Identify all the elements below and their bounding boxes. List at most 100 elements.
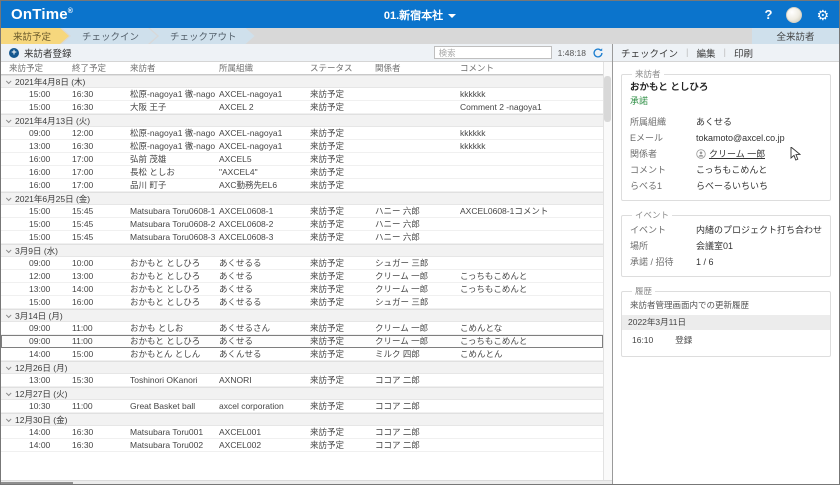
table-row[interactable]: 09:0010:00おかもと としひろあくせるる来訪予定シュガー 三郎 bbox=[1, 257, 603, 270]
ontime-app-window: OnTime® 01.新宿本社 ? ⚙ 来訪予定チェックインチェックアウト 全来… bbox=[0, 0, 840, 485]
collapse-chevron-icon[interactable] bbox=[6, 312, 12, 318]
event-field-value: 内緒のプロジェクト打ち合わせ bbox=[696, 222, 822, 238]
column-header-3[interactable]: 来訪者 bbox=[126, 62, 215, 74]
date-group-row[interactable]: 2021年6月25日 (金) bbox=[1, 192, 603, 205]
refresh-icon[interactable] bbox=[592, 47, 604, 59]
visitor-section: 来訪者 おかもと としひろ 承諾 所属組織あくせるEメールtokamoto@ax… bbox=[621, 68, 831, 201]
cell-related: クリーム 一郎 bbox=[371, 335, 456, 347]
date-group-row[interactable]: 12月26日 (月) bbox=[1, 361, 603, 374]
cell-org: AXCEL0608-3 bbox=[215, 231, 306, 243]
detail-action-1[interactable]: チェックイン bbox=[621, 46, 678, 60]
date-group-row[interactable]: 12月27日 (火) bbox=[1, 387, 603, 400]
table-row[interactable]: 13:0015:30Toshinori OKanoriAXNORI来訪予定ココア… bbox=[1, 374, 603, 387]
visitor-field-text[interactable]: クリーム 一郎 bbox=[709, 146, 765, 162]
event-section: イベント イベント内緒のプロジェクト打ち合わせ場所会議室01承諾 / 招待1 /… bbox=[621, 209, 831, 277]
visitor-field-row: 関係者クリーム 一郎 bbox=[630, 146, 822, 162]
tab-3[interactable]: チェックアウト bbox=[150, 28, 255, 44]
detail-action-2[interactable]: 編集 bbox=[696, 46, 715, 60]
collapse-chevron-icon[interactable] bbox=[6, 117, 12, 123]
date-group-row[interactable]: 12月30日 (金) bbox=[1, 413, 603, 426]
tab-all-visitors[interactable]: 全来訪者 bbox=[752, 28, 839, 44]
cell-visitor: おかもと としひろ bbox=[126, 257, 215, 269]
table-row[interactable]: 09:0012:00松原-nagoya1 徹-nagoya1AXCEL-nago… bbox=[1, 127, 603, 140]
table-row[interactable]: 13:0014:00おかもと としひろあくせる来訪予定クリーム 一郎こっちもこめ… bbox=[1, 283, 603, 296]
column-header-1[interactable]: 来訪予定 bbox=[1, 62, 68, 74]
cell-status: 来訪予定 bbox=[306, 166, 371, 178]
register-visitor-button[interactable]: + 来訪者登録 bbox=[9, 46, 72, 60]
history-section-legend: 履歴 bbox=[632, 285, 655, 297]
tab-1[interactable]: 来訪予定 bbox=[1, 28, 69, 44]
collapse-chevron-icon[interactable] bbox=[6, 78, 12, 84]
cell-status: 来訪予定 bbox=[306, 426, 371, 438]
collapse-chevron-icon[interactable] bbox=[6, 195, 12, 201]
cell-visitor: Matsubara Toru0608-2 bbox=[126, 218, 215, 230]
visitor-field-row: らべる1らべーるいちいち bbox=[630, 178, 822, 194]
help-icon[interactable]: ? bbox=[764, 7, 772, 22]
collapse-chevron-icon[interactable] bbox=[6, 416, 12, 422]
date-group-row[interactable]: 2021年4月13日 (火) bbox=[1, 114, 603, 127]
cell-org: AXNORI bbox=[215, 374, 306, 386]
cell-start: 15:00 bbox=[1, 205, 68, 217]
cell-visitor: Great Basket ball bbox=[126, 400, 215, 412]
table-row[interactable]: 15:0016:30松原-nagoya1 徹-nagoya1AXCEL-nago… bbox=[1, 88, 603, 101]
cell-status: 来訪予定 bbox=[306, 153, 371, 165]
date-group-row[interactable]: 2021年4月8日 (木) bbox=[1, 75, 603, 88]
vertical-scrollbar-thumb[interactable] bbox=[604, 76, 611, 122]
cell-org: AXCEL 2 bbox=[215, 101, 306, 113]
table-row[interactable]: 16:0017:00長松 としお"AXCEL4"来訪予定 bbox=[1, 166, 603, 179]
table-row[interactable]: 09:0011:00おかも としおあくせるさん来訪予定クリーム 一郎こめんとな bbox=[1, 322, 603, 335]
user-avatar[interactable] bbox=[786, 7, 802, 23]
column-header-7[interactable]: コメント bbox=[456, 62, 603, 74]
table-row[interactable]: 15:0015:45Matsubara Toru0608-1AXCEL0608-… bbox=[1, 205, 603, 218]
table-row[interactable]: 13:0016:30松原-nagoya1 徹-nagoya1AXCEL-nago… bbox=[1, 140, 603, 153]
settings-gear-icon[interactable]: ⚙ bbox=[816, 8, 829, 22]
date-group-row[interactable]: 3月9日 (水) bbox=[1, 244, 603, 257]
person-icon bbox=[696, 149, 706, 159]
location-selector[interactable]: 01.新宿本社 bbox=[1, 7, 839, 23]
table-row[interactable]: 16:0017:00弘前 茂雄AXCEL5来訪予定 bbox=[1, 153, 603, 166]
table-row[interactable]: 15:0016:00おかもと としひろあくせるる来訪予定シュガー 三郎 bbox=[1, 296, 603, 309]
refresh-countdown: 1:48:18 bbox=[558, 48, 586, 58]
table-row[interactable]: 15:0016:30大阪 王子AXCEL 2来訪予定Comment 2 -nag… bbox=[1, 101, 603, 114]
event-section-legend: イベント bbox=[632, 209, 672, 221]
cell-visitor: Matsubara Toru0608-1 bbox=[126, 205, 215, 217]
collapse-chevron-icon[interactable] bbox=[6, 247, 12, 253]
cell-status: 来訪予定 bbox=[306, 179, 371, 191]
horizontal-scrollbar[interactable] bbox=[1, 480, 612, 485]
table-row[interactable]: 16:0017:00品川 町子AXC勤務先EL6来訪予定 bbox=[1, 179, 603, 192]
table-row[interactable]: 14:0016:30Matsubara Toru001AXCEL001来訪予定コ… bbox=[1, 426, 603, 439]
cell-comment: kkkkkk bbox=[456, 140, 603, 152]
cell-related: ココア 二郎 bbox=[371, 439, 456, 451]
cell-org: あくせる bbox=[215, 335, 306, 347]
visitor-field-row: Eメールtokamoto@axcel.co.jp bbox=[630, 130, 822, 146]
column-header-2[interactable]: 終了予定 bbox=[68, 62, 126, 74]
tab-2[interactable]: チェックイン bbox=[62, 28, 157, 44]
table-row[interactable]: 15:0015:45Matsubara Toru0608-3AXCEL0608-… bbox=[1, 231, 603, 244]
cell-org: "AXCEL4" bbox=[215, 166, 306, 178]
table-header-row[interactable]: 来訪予定終了予定来訪者所属組織ステータス関係者コメント bbox=[1, 62, 603, 75]
table-row[interactable]: 15:0015:45Matsubara Toru0608-2AXCEL0608-… bbox=[1, 218, 603, 231]
vertical-scrollbar[interactable] bbox=[603, 62, 612, 485]
column-header-6[interactable]: 関係者 bbox=[371, 62, 456, 74]
collapse-chevron-icon[interactable] bbox=[6, 364, 12, 370]
table-row[interactable]: 14:0016:30Matsubara Toru002AXCEL002来訪予定コ… bbox=[1, 439, 603, 452]
column-header-4[interactable]: 所属組織 bbox=[215, 62, 306, 74]
table-row[interactable]: 10:3011:00Great Basket ballaxcel corpora… bbox=[1, 400, 603, 413]
table-row-selected[interactable]: 09:0011:00おかもと としひろあくせる来訪予定クリーム 一郎こっちもこめ… bbox=[1, 335, 603, 348]
table-row[interactable]: 14:0015:00おかもとん としんあくんせる来訪予定ミルク 四郎こめんとん bbox=[1, 348, 603, 361]
visitor-field-value: こっちもこめんと bbox=[696, 162, 767, 178]
cell-comment: kkkkkk bbox=[456, 127, 603, 139]
column-header-5[interactable]: ステータス bbox=[306, 62, 371, 74]
cell-org: AXCEL001 bbox=[215, 426, 306, 438]
date-group-row[interactable]: 3月14日 (月) bbox=[1, 309, 603, 322]
detail-action-3[interactable]: 印刷 bbox=[734, 46, 753, 60]
cell-visitor: 品川 町子 bbox=[126, 179, 215, 191]
cell-related: シュガー 三郎 bbox=[371, 257, 456, 269]
visitor-field-value[interactable]: クリーム 一郎 bbox=[696, 146, 765, 162]
cell-comment bbox=[456, 426, 603, 438]
search-input[interactable] bbox=[434, 46, 552, 59]
collapse-chevron-icon[interactable] bbox=[6, 390, 12, 396]
visit-list-pane: + 来訪者登録 1:48:18 来訪予定終了予定来訪者所属組織ステータス関係者コ… bbox=[1, 44, 612, 485]
history-date-band: 2022年3月11日 bbox=[622, 315, 830, 330]
table-row[interactable]: 12:0013:00おかもと としひろあくせる来訪予定クリーム 一郎こっちもこめ… bbox=[1, 270, 603, 283]
